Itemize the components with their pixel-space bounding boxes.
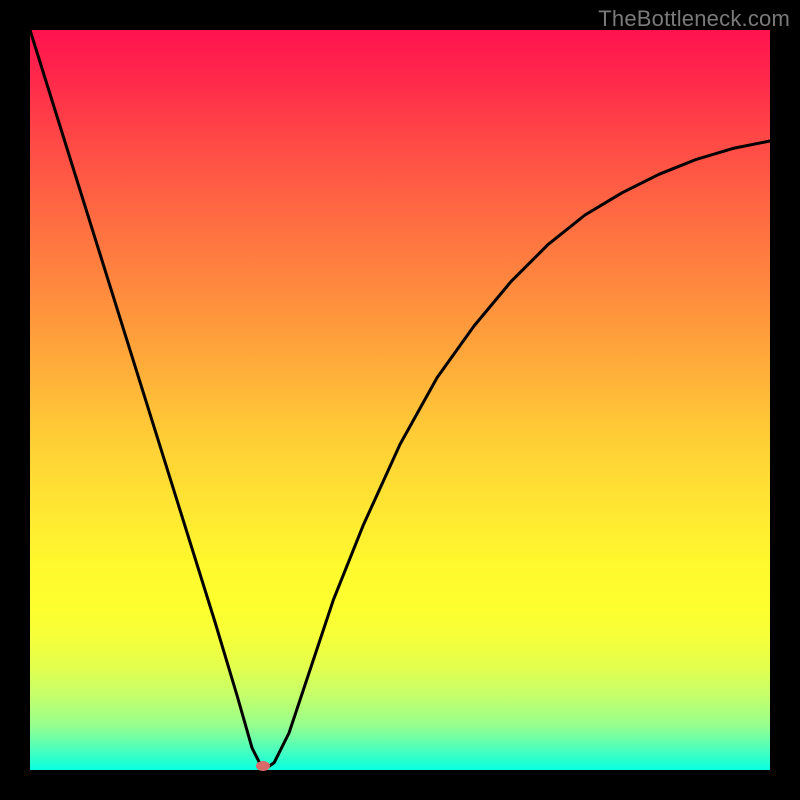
chart-frame: TheBottleneck.com: [0, 0, 800, 800]
curve-path: [30, 30, 770, 768]
plot-area: [30, 30, 770, 770]
bottleneck-curve: [30, 30, 770, 770]
optimal-point-marker: [256, 761, 270, 771]
watermark-text: TheBottleneck.com: [598, 6, 790, 32]
